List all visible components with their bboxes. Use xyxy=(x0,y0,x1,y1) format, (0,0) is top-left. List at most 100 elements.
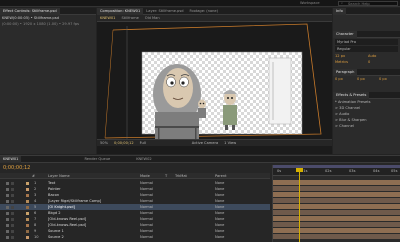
search-icon: ⌕ xyxy=(341,1,344,5)
lock-icon[interactable] xyxy=(11,235,14,239)
breadcrumb-item[interactable]: Old Man xyxy=(142,15,163,22)
views-dropdown[interactable]: 1 View xyxy=(224,141,236,145)
layer-bar[interactable] xyxy=(273,192,400,197)
indent-left-field[interactable]: 0 px xyxy=(333,76,355,82)
lock-icon[interactable] xyxy=(11,211,14,215)
lock-icon[interactable] xyxy=(11,223,14,227)
info-content xyxy=(333,15,400,31)
ruler-tick-label: 05s xyxy=(391,169,398,173)
playhead-handle[interactable] xyxy=(296,168,303,172)
column-parent[interactable]: Parent xyxy=(215,174,227,178)
tracking-field[interactable]: 0 xyxy=(366,59,399,65)
label-color[interactable] xyxy=(26,229,30,233)
font-style-field[interactable]: Regular xyxy=(335,46,398,52)
composition-panel: Composition: KNEW01 Layer: Stillframe.ps… xyxy=(97,7,332,154)
breadcrumb-item[interactable]: Stillframe xyxy=(118,15,141,22)
old-woman-character xyxy=(223,90,237,130)
project-panel: Effect Controls: Stillframe.psd KNEW(0:0… xyxy=(0,7,96,154)
layer-bar[interactable] xyxy=(273,216,400,221)
time-graph[interactable]: 0s 01s 02s 03s 04s 05s xyxy=(272,165,400,242)
layer-mode[interactable]: Normal xyxy=(140,234,153,240)
eye-icon[interactable] xyxy=(6,229,9,233)
column-mode[interactable]: Mode xyxy=(140,174,150,178)
lock-icon[interactable] xyxy=(11,199,14,203)
tab-info[interactable]: Info xyxy=(333,7,346,15)
breadcrumb-item[interactable]: KNEW01 xyxy=(97,15,118,22)
viewer-canvas[interactable] xyxy=(97,22,332,139)
lock-icon[interactable] xyxy=(11,229,14,233)
label-color[interactable] xyxy=(26,199,30,203)
info-section-header: Info xyxy=(333,7,400,15)
old-man-character xyxy=(153,64,201,139)
tab-layer[interactable]: Layer: Stillframe.psd xyxy=(143,8,186,15)
layer-row[interactable]: 10 Source 2 Normal None xyxy=(0,234,270,240)
label-color[interactable] xyxy=(26,181,30,185)
eye-icon[interactable] xyxy=(6,223,9,227)
tab-timeline-knew01[interactable]: KNEW01 xyxy=(0,155,22,163)
lock-icon[interactable] xyxy=(11,181,14,185)
eye-icon[interactable] xyxy=(6,181,9,185)
layer-bar[interactable] xyxy=(273,234,400,239)
column-trkmat[interactable]: TrkMat xyxy=(175,174,187,178)
character-section-header: Character xyxy=(333,30,400,38)
column-layer-name[interactable]: Layer Name xyxy=(48,174,70,178)
eye-icon[interactable] xyxy=(6,187,9,191)
kerning-field[interactable]: Metrics xyxy=(333,59,366,65)
layer-bar[interactable] xyxy=(273,180,400,185)
viewer-controls-bar: 50% 0;00;00;12 Full Active Camera 1 View xyxy=(97,139,332,146)
timeline-tabrow: KNEW01 Render Queue KNEW02 xyxy=(0,155,400,163)
label-color[interactable] xyxy=(26,211,30,215)
layer-bar[interactable] xyxy=(273,204,400,209)
layer-bar[interactable] xyxy=(273,228,400,233)
tab-effect-controls[interactable]: Effect Controls: Stillframe.psd xyxy=(0,7,60,15)
tab-character[interactable]: Character xyxy=(333,30,357,38)
timecode-readout[interactable]: 0;00;00;12 xyxy=(114,141,134,145)
layer-number: 10 xyxy=(34,235,39,239)
tab-paragraph[interactable]: Paragraph xyxy=(333,68,358,76)
workspace-label[interactable]: Workspace xyxy=(300,1,320,5)
search-help-field[interactable]: ⌕ Search Help xyxy=(338,1,398,6)
resolution-dropdown[interactable]: Full xyxy=(140,141,146,145)
lock-icon[interactable] xyxy=(11,187,14,191)
effects-item[interactable]: > Channel xyxy=(333,123,400,129)
label-color[interactable] xyxy=(26,187,30,191)
eye-icon[interactable] xyxy=(6,235,9,239)
label-color[interactable] xyxy=(26,235,30,239)
layer-name[interactable]: Source 2 xyxy=(48,234,64,240)
project-info-line-2: (0:00:00) • 1920 x 1080 (1.00) • 29.97 f… xyxy=(2,22,79,26)
tab-effects-presets[interactable]: Effects & Presets xyxy=(333,91,370,99)
tab-render-queue[interactable]: Render Queue xyxy=(81,156,113,163)
tab-footage[interactable]: Footage: (none) xyxy=(186,8,221,15)
eye-icon[interactable] xyxy=(6,205,9,209)
font-family-field[interactable]: Myriad Pro xyxy=(335,39,398,45)
indent-right-field[interactable]: 0 px xyxy=(355,76,377,82)
lock-icon[interactable] xyxy=(11,217,14,221)
label-color[interactable] xyxy=(26,223,30,227)
layer-bar[interactable] xyxy=(273,222,400,227)
timeline-timecode[interactable]: 0;00;00;12 xyxy=(3,165,30,171)
ruler-tick-label: 03s xyxy=(349,169,356,173)
label-color[interactable] xyxy=(26,205,30,209)
tab-composition[interactable]: Composition: KNEW01 xyxy=(97,7,144,15)
lock-icon[interactable] xyxy=(11,193,14,197)
ruler-tick-label: 0s xyxy=(277,169,282,173)
eye-icon[interactable] xyxy=(6,199,9,203)
camera-dropdown[interactable]: Active Camera xyxy=(192,141,218,145)
label-color[interactable] xyxy=(26,193,30,197)
composition-breadcrumb: KNEW01 Stillframe Old Man xyxy=(97,15,332,22)
eye-icon[interactable] xyxy=(6,217,9,221)
layer-bar[interactable] xyxy=(273,198,400,203)
tab-timeline-knew02[interactable]: KNEW02 xyxy=(133,156,154,163)
time-ruler[interactable]: 0s 01s 02s 03s 04s 05s xyxy=(273,168,400,176)
lock-icon[interactable] xyxy=(11,205,14,209)
eye-icon[interactable] xyxy=(6,211,9,215)
paragraph-section-header: Paragraph xyxy=(333,68,400,76)
label-color[interactable] xyxy=(26,217,30,221)
eye-icon[interactable] xyxy=(6,193,9,197)
playhead[interactable] xyxy=(299,168,300,242)
layer-bar[interactable] xyxy=(273,210,400,215)
layer-bar[interactable] xyxy=(273,186,400,191)
indent-first-field[interactable]: 0 px xyxy=(377,76,399,82)
layer-parent[interactable]: None xyxy=(215,234,224,240)
zoom-dropdown[interactable]: 50% xyxy=(100,141,108,145)
